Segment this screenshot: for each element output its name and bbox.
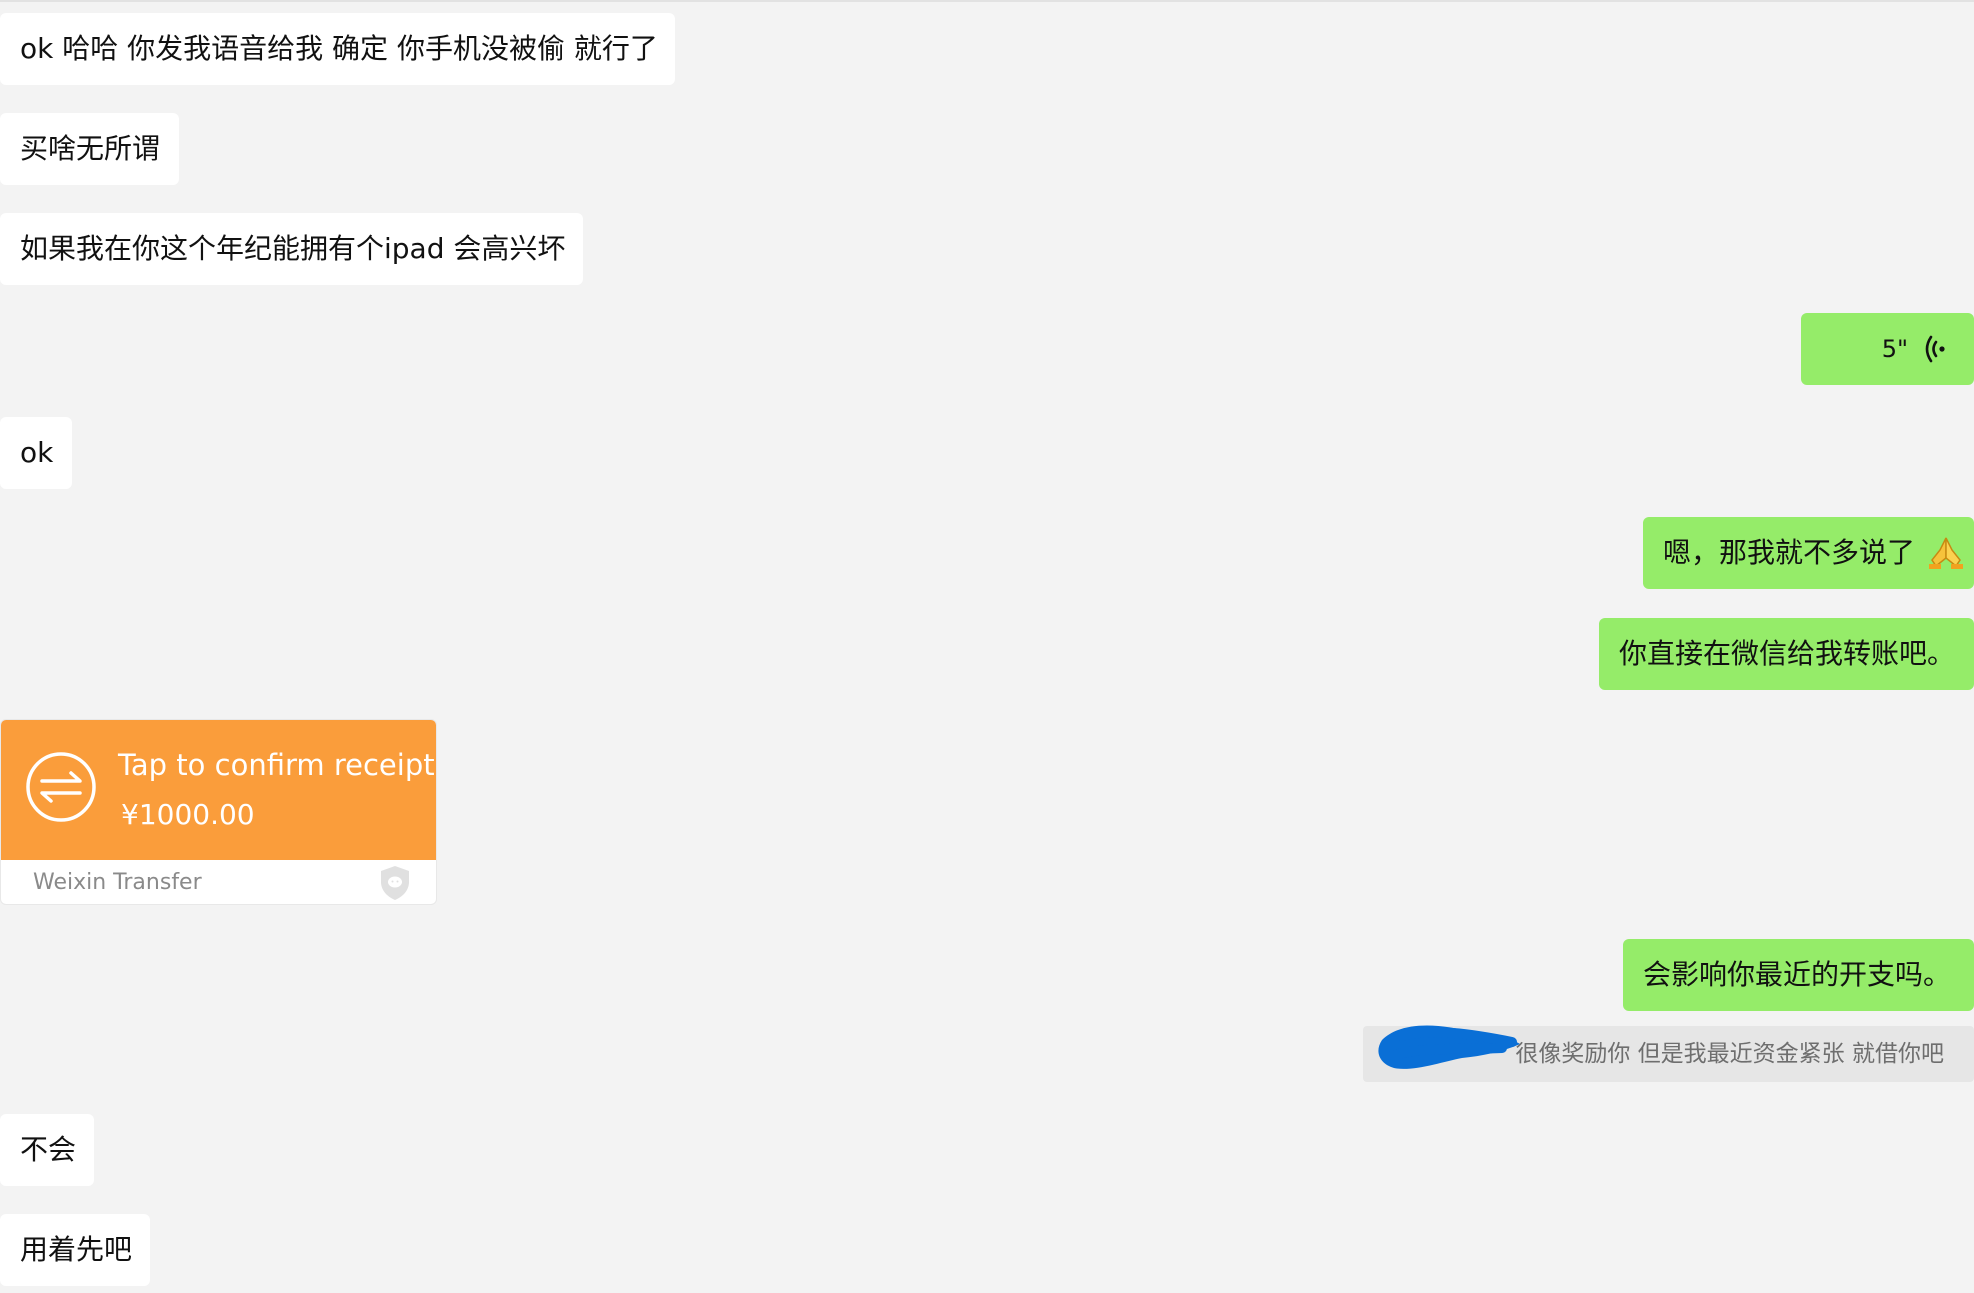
- message-received[interactable]: ok 哈哈 你发我语音给我 确定 你手机没被偷 就行了: [0, 13, 675, 85]
- message-text: 会影响你最近的开支吗。: [1643, 958, 1952, 991]
- message-received[interactable]: 不会: [0, 1114, 94, 1186]
- message-sent[interactable]: 嗯，那我就不多说了: [1643, 517, 1974, 589]
- pray-hands-icon: [1928, 537, 1963, 569]
- message-text: 不会: [20, 1133, 77, 1166]
- redaction-scribble: [1378, 1025, 1520, 1069]
- voice-duration: 5": [1881, 335, 1908, 363]
- voice-message[interactable]: 5": [1801, 313, 1974, 385]
- shield-icon: [381, 866, 409, 900]
- message-text: ok: [20, 436, 54, 469]
- message-received[interactable]: 用着先吧: [0, 1214, 150, 1286]
- message-text: 你直接在微信给我转账吧。: [1619, 637, 1956, 670]
- top-divider: [0, 0, 1974, 2]
- message-text: 如果我在你这个年纪能拥有个ipad 会高兴坏: [20, 232, 566, 265]
- transfer-amount: ¥1000.00: [121, 798, 255, 831]
- transfer-arrows-icon: [26, 752, 96, 822]
- message-text: ok 哈哈 你发我语音给我 确定 你手机没被偷 就行了: [20, 32, 658, 65]
- message-sent[interactable]: 会影响你最近的开支吗。: [1623, 939, 1974, 1011]
- transfer-title: Tap to confirm receipt: [118, 748, 435, 782]
- message-received[interactable]: 如果我在你这个年纪能拥有个ipad 会高兴坏: [0, 213, 583, 285]
- message-text: 用着先吧: [20, 1233, 133, 1266]
- message-text: 买啥无所谓: [20, 132, 161, 165]
- message-sent[interactable]: 你直接在微信给我转账吧。: [1599, 618, 1974, 690]
- message-text: 嗯，那我就不多说了: [1663, 536, 1916, 569]
- message-received[interactable]: ok: [0, 417, 72, 489]
- message-received[interactable]: 买啥无所谓: [0, 113, 179, 185]
- quoted-reply-text: 很像奖励你 但是我最近资金紧张 就借你吧: [1515, 1041, 1944, 1067]
- voice-wave-icon: [1925, 335, 1945, 363]
- transfer-card[interactable]: Tap to confirm receipt ¥1000.00 Weixin T…: [0, 719, 437, 905]
- transfer-footer: Weixin Transfer: [33, 870, 202, 895]
